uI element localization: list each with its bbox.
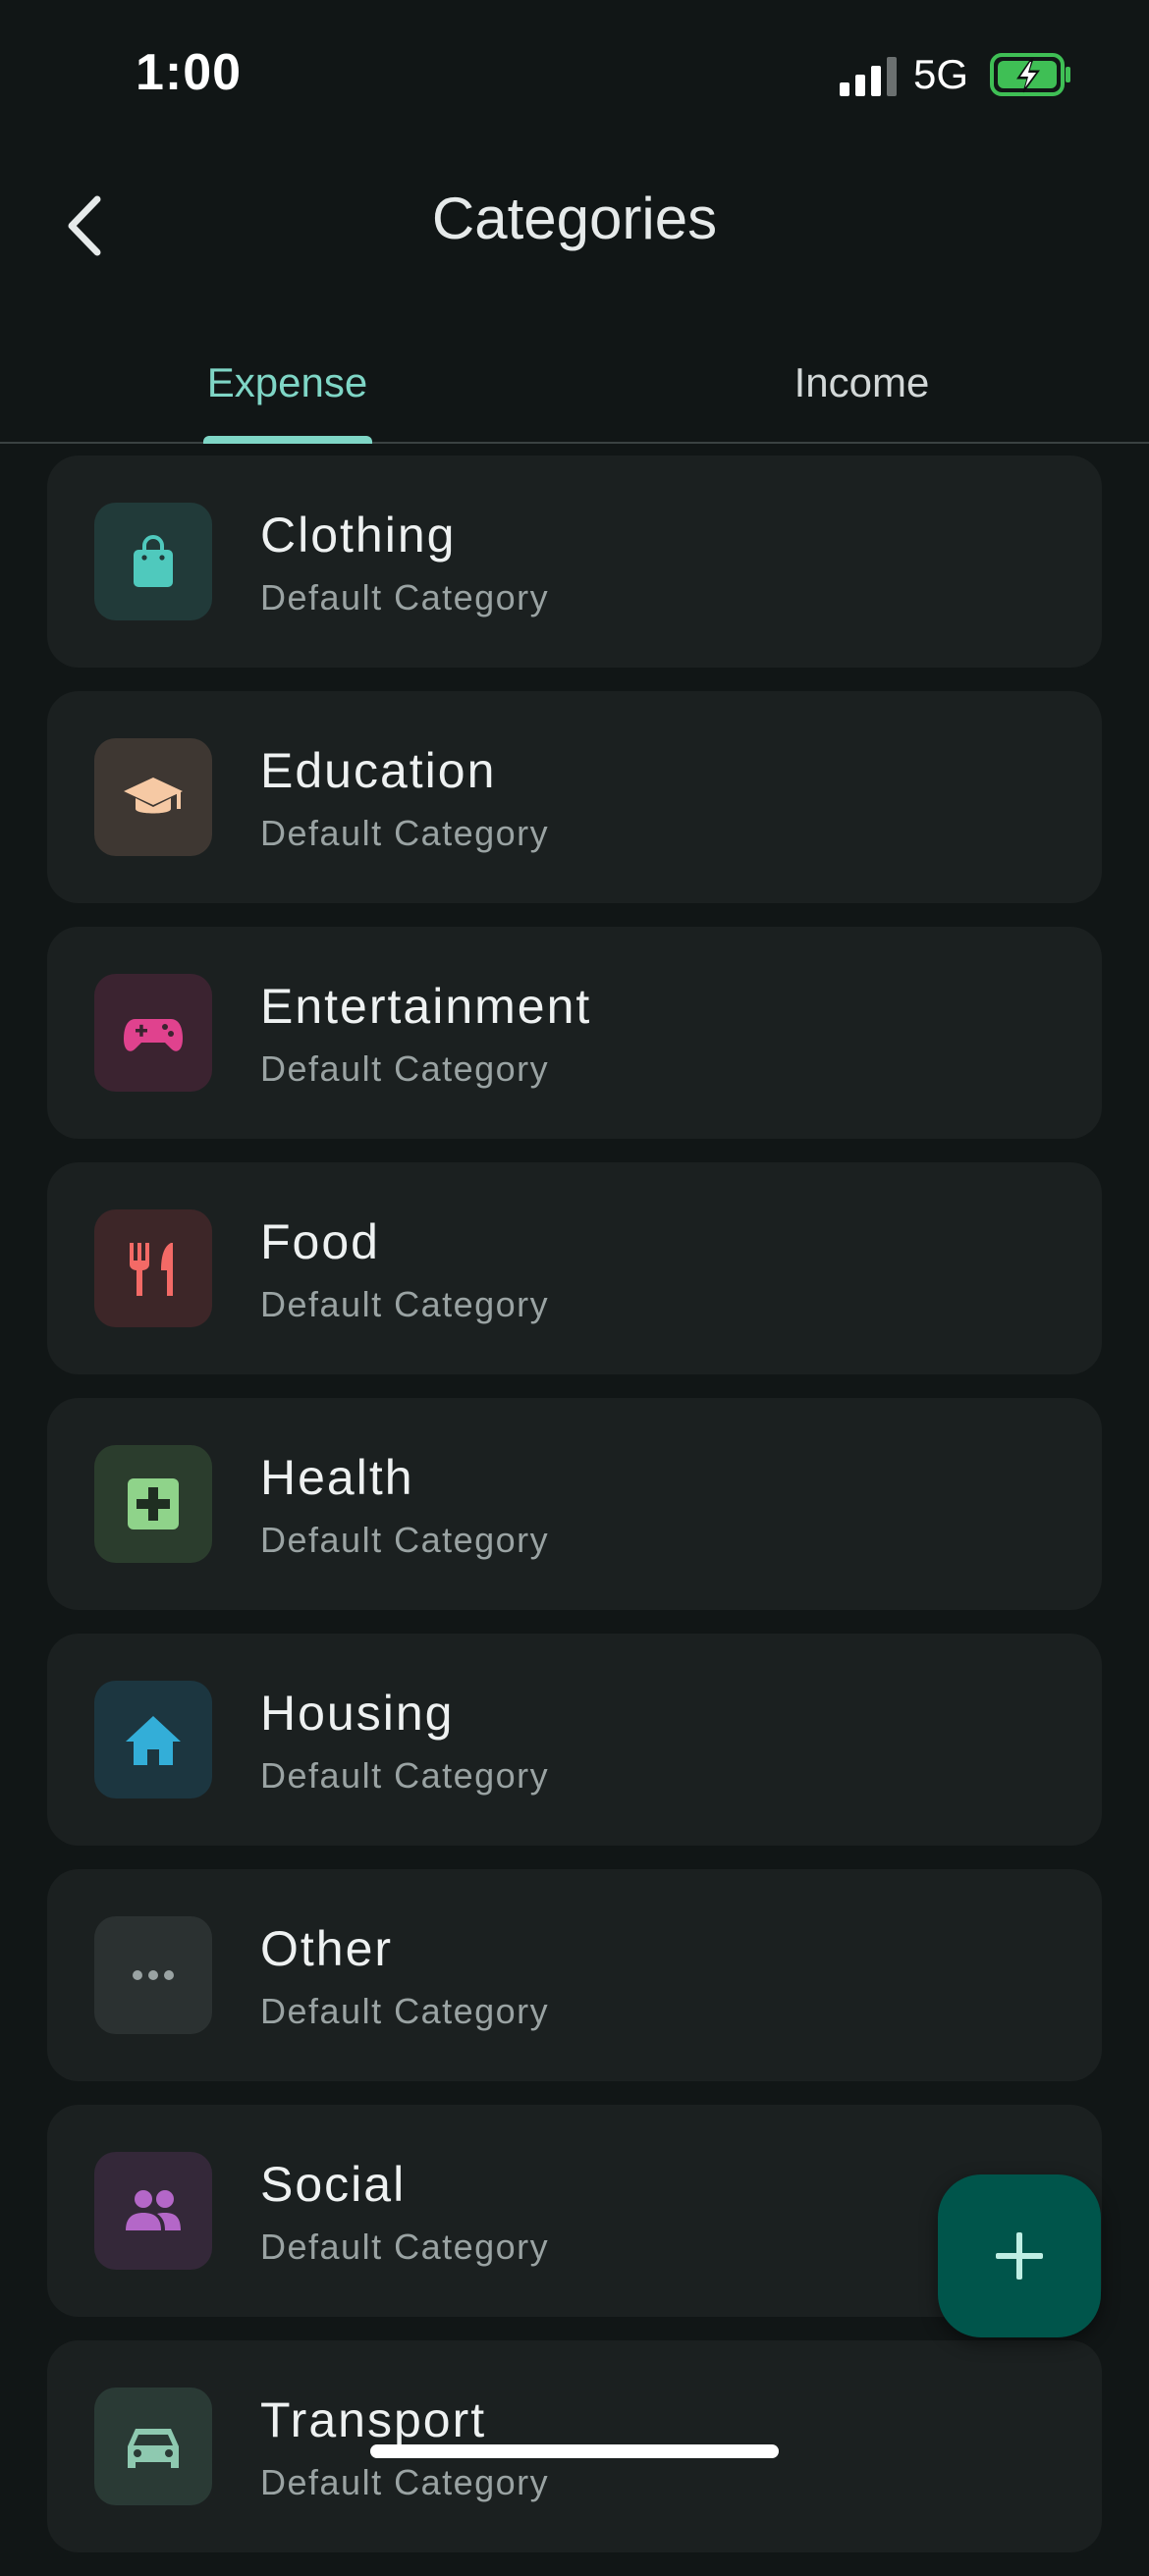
category-icon-tile — [94, 1445, 212, 1563]
plus-icon — [996, 2232, 1043, 2280]
medical-cross-icon — [128, 1478, 179, 1530]
category-item-other[interactable]: Other Default Category — [47, 1869, 1102, 2081]
category-name: Other — [260, 1921, 394, 1976]
category-item-entertainment[interactable]: Entertainment Default Category — [47, 927, 1102, 1139]
header: Categories — [0, 147, 1149, 295]
active-tab-indicator — [203, 436, 372, 444]
category-icon-tile — [94, 503, 212, 620]
category-name: Education — [260, 743, 497, 798]
category-subtitle: Default Category — [260, 1284, 550, 1324]
tab-expense[interactable]: Expense — [0, 324, 574, 442]
category-name: Social — [260, 2157, 407, 2212]
more-horizontal-icon — [133, 1970, 174, 1980]
category-icon-tile — [94, 1916, 212, 2034]
home-icon — [126, 1716, 181, 1765]
page-title: Categories — [431, 186, 718, 251]
status-time: 1:00 — [136, 44, 243, 101]
shopping-bag-icon — [134, 535, 173, 587]
category-icon-tile — [94, 2388, 212, 2505]
category-name: Food — [260, 1214, 380, 1269]
tab-bar: Expense Income — [0, 324, 1149, 444]
category-subtitle: Default Category — [260, 2227, 550, 2267]
gamepad-icon — [124, 1019, 183, 1051]
category-item-health[interactable]: Health Default Category — [47, 1398, 1102, 1610]
home-indicator — [370, 2444, 779, 2458]
category-item-housing[interactable]: Housing Default Category — [47, 1634, 1102, 1846]
people-icon — [126, 2190, 181, 2230]
category-icon-tile — [94, 1681, 212, 1798]
category-name: Entertainment — [260, 979, 592, 1034]
category-subtitle: Default Category — [260, 577, 550, 617]
category-name: Health — [260, 1450, 414, 1505]
add-category-button[interactable] — [938, 2174, 1101, 2337]
cellular-signal-icon — [840, 57, 897, 96]
category-item-education[interactable]: Education Default Category — [47, 691, 1102, 903]
status-bar: 1:00 5G — [0, 0, 1149, 147]
category-icon-tile — [94, 2152, 212, 2270]
category-name: Clothing — [260, 508, 457, 563]
category-subtitle: Default Category — [260, 1048, 550, 1089]
fork-knife-icon — [130, 1243, 173, 1296]
category-item-clothing[interactable]: Clothing Default Category — [47, 456, 1102, 668]
car-icon — [128, 2429, 179, 2468]
category-item-food[interactable]: Food Default Category — [47, 1162, 1102, 1374]
category-subtitle: Default Category — [260, 813, 550, 853]
graduation-cap-icon — [124, 778, 183, 814]
category-name: Transport — [260, 2392, 487, 2447]
tab-income[interactable]: Income — [574, 324, 1149, 442]
category-icon-tile — [94, 738, 212, 856]
category-subtitle: Default Category — [260, 2462, 550, 2502]
battery-charging-icon — [990, 53, 1070, 96]
category-subtitle: Default Category — [260, 1520, 550, 1560]
category-icon-tile — [94, 1209, 212, 1327]
category-subtitle: Default Category — [260, 1991, 550, 2031]
category-subtitle: Default Category — [260, 1755, 550, 1796]
category-icon-tile — [94, 974, 212, 1092]
category-name: Housing — [260, 1686, 455, 1741]
network-label: 5G — [913, 51, 969, 97]
